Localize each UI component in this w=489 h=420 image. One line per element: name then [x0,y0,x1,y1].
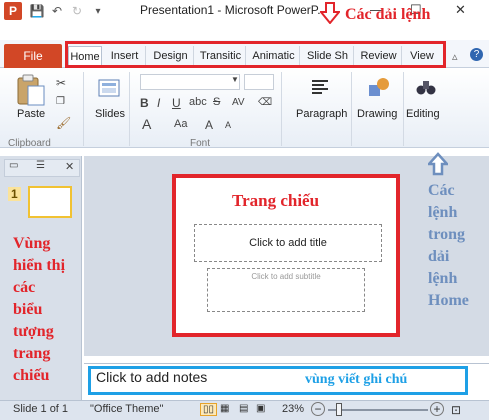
annotation-thumbnail-area: Vùng hiển thị các biểu tượng trang chiếu [13,235,66,384]
new-slide-icon[interactable] [98,78,120,98]
paragraph-button[interactable]: Paragraph [296,108,347,120]
zoom-slider-handle[interactable] [336,403,342,416]
shrink-font-icon[interactable]: A [225,120,231,130]
copy-icon[interactable]: ❐ [56,96,65,107]
slide-number: 1 [8,187,21,201]
undo-icon[interactable]: ↶ [50,3,64,19]
title-placeholder[interactable]: Click to add title [194,224,382,262]
up-arrow-icon [428,152,448,176]
zoom-out-icon[interactable]: − [311,402,325,416]
character-spacing-icon[interactable]: AV [232,97,245,108]
format-painter-icon[interactable]: 🖌 [56,116,71,130]
font-name-dropdown[interactable] [140,74,240,90]
save-icon[interactable]: 💾 [30,3,45,19]
outline-tab-icon[interactable]: ☰ [36,160,45,171]
annotation-ribbon-tabs: Các dải lệnh [345,6,431,23]
paragraph-icon[interactable] [311,78,329,94]
zoom-slider-track[interactable] [328,409,428,411]
drawing-button[interactable]: Drawing [357,108,397,120]
slide-sorter-icon[interactable]: ▦ [220,403,229,414]
notes-input[interactable]: Click to add notes [96,369,207,385]
subtitle-placeholder[interactable]: Click to add subtitle [207,268,365,312]
italic-icon[interactable]: I [157,96,160,110]
font-size-dropdown[interactable] [244,74,274,90]
slides-tab-icon[interactable]: ▭ [9,160,18,171]
strikethrough-icon[interactable]: S [213,96,220,108]
paste-icon[interactable] [16,74,46,106]
font-group-label: Font [190,138,211,149]
reading-view-icon[interactable]: ▤ [239,403,248,414]
down-arrow-icon [320,2,340,24]
zoom-in-icon[interactable]: + [430,402,444,416]
close-pane-icon[interactable]: ✕ [65,160,74,173]
change-case-icon[interactable]: Aa [174,118,187,130]
chevron-down-icon: ▼ [231,75,239,84]
redo-icon[interactable]: ↻ [70,3,84,19]
help-icon[interactable]: ? [470,48,483,61]
minimize-ribbon-icon[interactable]: ▵ [452,50,458,63]
editing-button[interactable]: Editing [406,108,440,120]
annotation-slide-area: Trang chiếu [232,191,320,210]
theme-name[interactable]: "Office Theme" [90,403,163,415]
slide-show-icon[interactable]: ▣ [256,403,265,414]
underline-icon[interactable]: U [172,96,181,110]
shapes-icon[interactable] [368,77,390,97]
zoom-level[interactable]: 23% [282,403,304,415]
slide-thumbnail[interactable] [28,186,72,218]
clear-formatting-icon[interactable]: ⌫ [258,97,272,108]
annotation-ribbon-commands: Các lệnh trong dải lệnh Home [428,182,469,309]
cut-icon[interactable]: ✂ [56,76,66,90]
tab-file[interactable]: File [4,44,62,68]
window-title: Presentation1 - Microsoft PowerP... [140,3,328,17]
close-button[interactable]: ✕ [455,2,466,18]
fit-to-window-icon[interactable]: ⊡ [451,403,461,417]
powerpoint-logo-icon[interactable]: P [4,2,22,20]
paste-button[interactable]: Paste [17,108,45,120]
ribbon-tabs-highlight [65,41,446,68]
slide-info: Slide 1 of 1 [13,403,69,415]
annotation-notes-area: vùng viết ghi chú [305,372,408,387]
bold-icon[interactable]: B [140,96,149,110]
slides-button[interactable]: Slides [95,108,125,120]
font-color-icon[interactable]: A [142,116,151,132]
shadow-icon[interactable]: abc [189,96,207,108]
grow-font-icon[interactable]: A [205,118,213,132]
binoculars-icon[interactable] [416,78,436,96]
customize-toolbar-icon[interactable]: ▾ [92,3,104,19]
clipboard-group-label: Clipboard [8,138,51,149]
normal-view-icon[interactable]: ▯▯ [200,403,218,416]
